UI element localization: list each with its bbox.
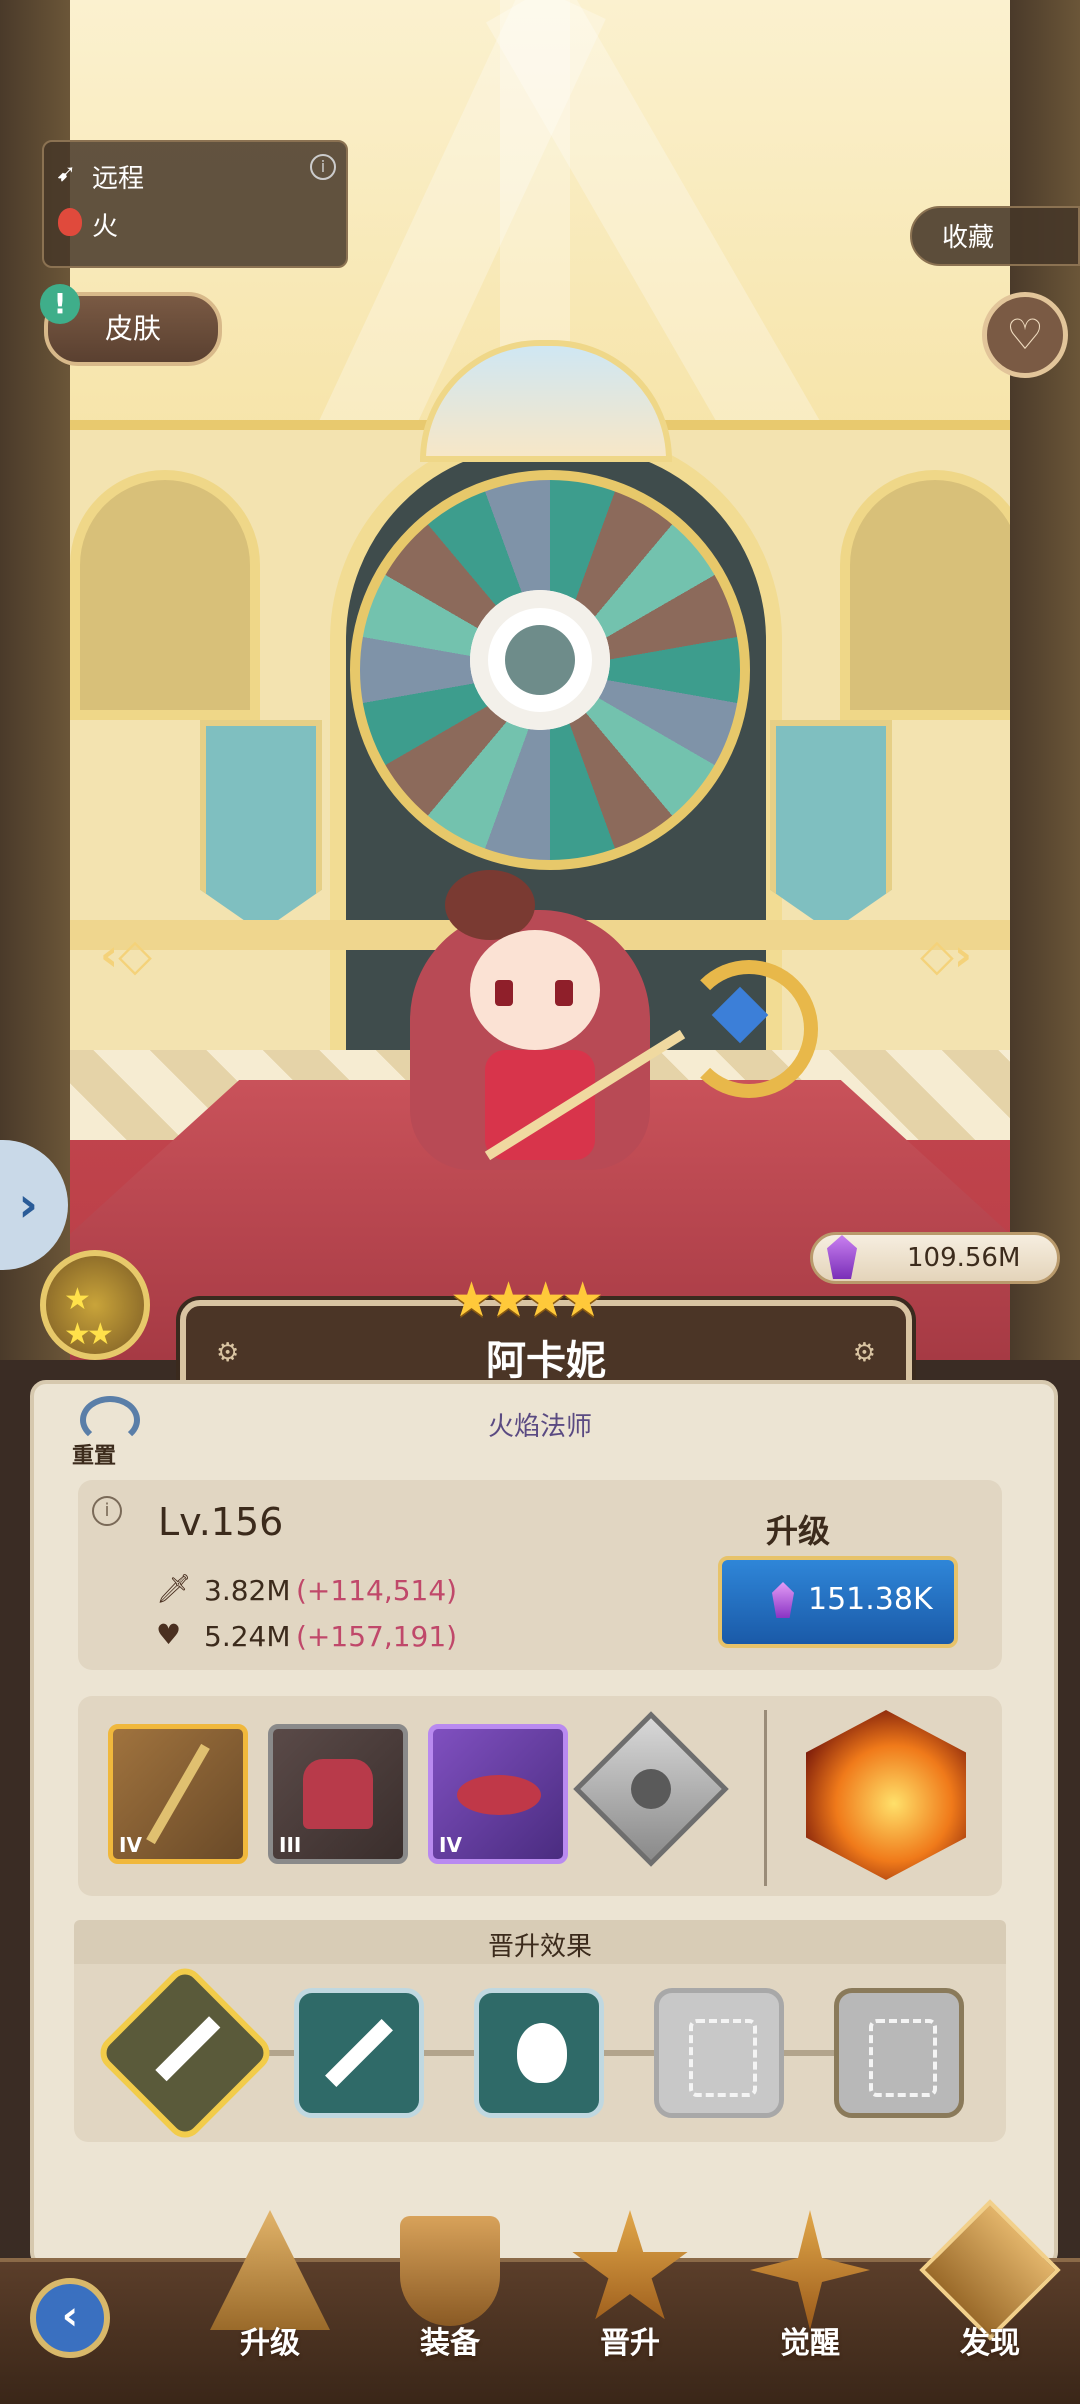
equipment-icon: [400, 2216, 500, 2326]
equipment-card: IV III IV: [78, 1696, 1002, 1896]
left-banner: [200, 720, 322, 932]
fire-element-icon: [58, 208, 82, 236]
hero-stars-icon: ★★★★: [450, 1272, 604, 1328]
equip-tier: IV: [439, 1833, 462, 1857]
fire-icon[interactable]: [474, 1988, 604, 2118]
back-arrow-icon[interactable]: ‹: [30, 2278, 110, 2358]
hero-class: 火焰法师: [487, 1412, 592, 1442]
promotion-card: [74, 1961, 1006, 2145]
stained-glass-top: [420, 340, 672, 462]
hp-bonus: (+157,191): [296, 1620, 458, 1653]
right-banner: [770, 720, 892, 932]
hp-value: 5.24M: [204, 1620, 291, 1653]
stats-info-icon[interactable]: i: [92, 1496, 122, 1526]
crystal-amount: 109.56M: [907, 1243, 1021, 1273]
gear-emblem-center: [505, 625, 575, 695]
claw-icon[interactable]: [654, 1988, 784, 2118]
right-arrow-decor-icon: ◇›: [920, 930, 972, 981]
heart-hp-icon: ♥: [156, 1618, 182, 1651]
promotion-header: 晋升效果: [74, 1920, 1006, 1964]
hero-name: 阿卡妮: [486, 1338, 606, 1384]
nav-upgrade-label: 升级: [240, 2326, 300, 2361]
hat-icon[interactable]: IV: [428, 1724, 568, 1864]
rank-stars-icon: ★ ★★: [64, 1282, 114, 1352]
nav-promote-label: 晋升: [600, 2326, 660, 2361]
left-arch: [70, 470, 260, 720]
attack-bonus: (+114,514): [296, 1574, 458, 1607]
equip-tier: IV: [119, 1833, 142, 1857]
hero-level: Lv.156: [158, 1500, 284, 1544]
fireball-skill-icon[interactable]: [806, 1710, 966, 1880]
upgrade-cost: 151.38K: [808, 1582, 933, 1617]
awaken-icon: [750, 2210, 870, 2330]
locked-rune-icon[interactable]: [573, 1711, 729, 1867]
sword-icon[interactable]: [294, 1988, 424, 2118]
nav-awaken-label: 觉醒: [780, 2326, 840, 2361]
hero-character-sprite[interactable]: [390, 870, 686, 1200]
star-rank-badge[interactable]: ★ ★★: [40, 1250, 150, 1360]
nav-equipment-label: 装备: [420, 2326, 480, 2361]
upgrade-icon: [210, 2210, 330, 2330]
info-icon[interactable]: i: [310, 154, 336, 180]
hero-type-panel: ➹ 远程 火 i: [42, 140, 348, 268]
element-label: 火: [92, 212, 119, 242]
upgrade-title: 升级: [765, 1512, 830, 1550]
bow-icon: ➹: [56, 159, 77, 187]
equip-tier: III: [279, 1833, 302, 1857]
staff-icon[interactable]: IV: [108, 1724, 248, 1864]
nav-discover-label: 发现: [960, 2326, 1020, 2361]
right-pillar: [1010, 0, 1080, 1360]
attack-value: 3.82M: [204, 1574, 291, 1607]
upgrade-button[interactable]: 151.38K: [718, 1556, 958, 1648]
bottom-nav-bar: [0, 2258, 1080, 2404]
right-arch: [840, 470, 1030, 720]
robe-icon[interactable]: III: [268, 1724, 408, 1864]
collect-button[interactable]: 收藏: [910, 206, 1080, 266]
promotion-title: 晋升效果: [487, 1932, 592, 1962]
attack-type-label: 远程: [92, 164, 145, 194]
divider: [764, 1710, 767, 1886]
heart-favorite-icon[interactable]: ♡: [982, 292, 1068, 378]
left-arrow-decor-icon: ‹◇: [100, 930, 152, 981]
crystal-currency-bar[interactable]: 109.56M: [810, 1232, 1060, 1284]
purple-crystal-icon: [827, 1235, 857, 1279]
promote-icon: [572, 2210, 688, 2320]
sword-attack-icon: 🗡: [156, 1572, 192, 1605]
stats-card: i Lv.156 🗡 3.82M (+114,514) ♥ 5.24M (+15…: [78, 1480, 1002, 1670]
purple-crystal-icon: [772, 1582, 794, 1618]
sword-icon[interactable]: [93, 1961, 277, 2145]
claw-icon[interactable]: [834, 1988, 964, 2118]
notification-exclamation-icon: !: [40, 284, 80, 324]
